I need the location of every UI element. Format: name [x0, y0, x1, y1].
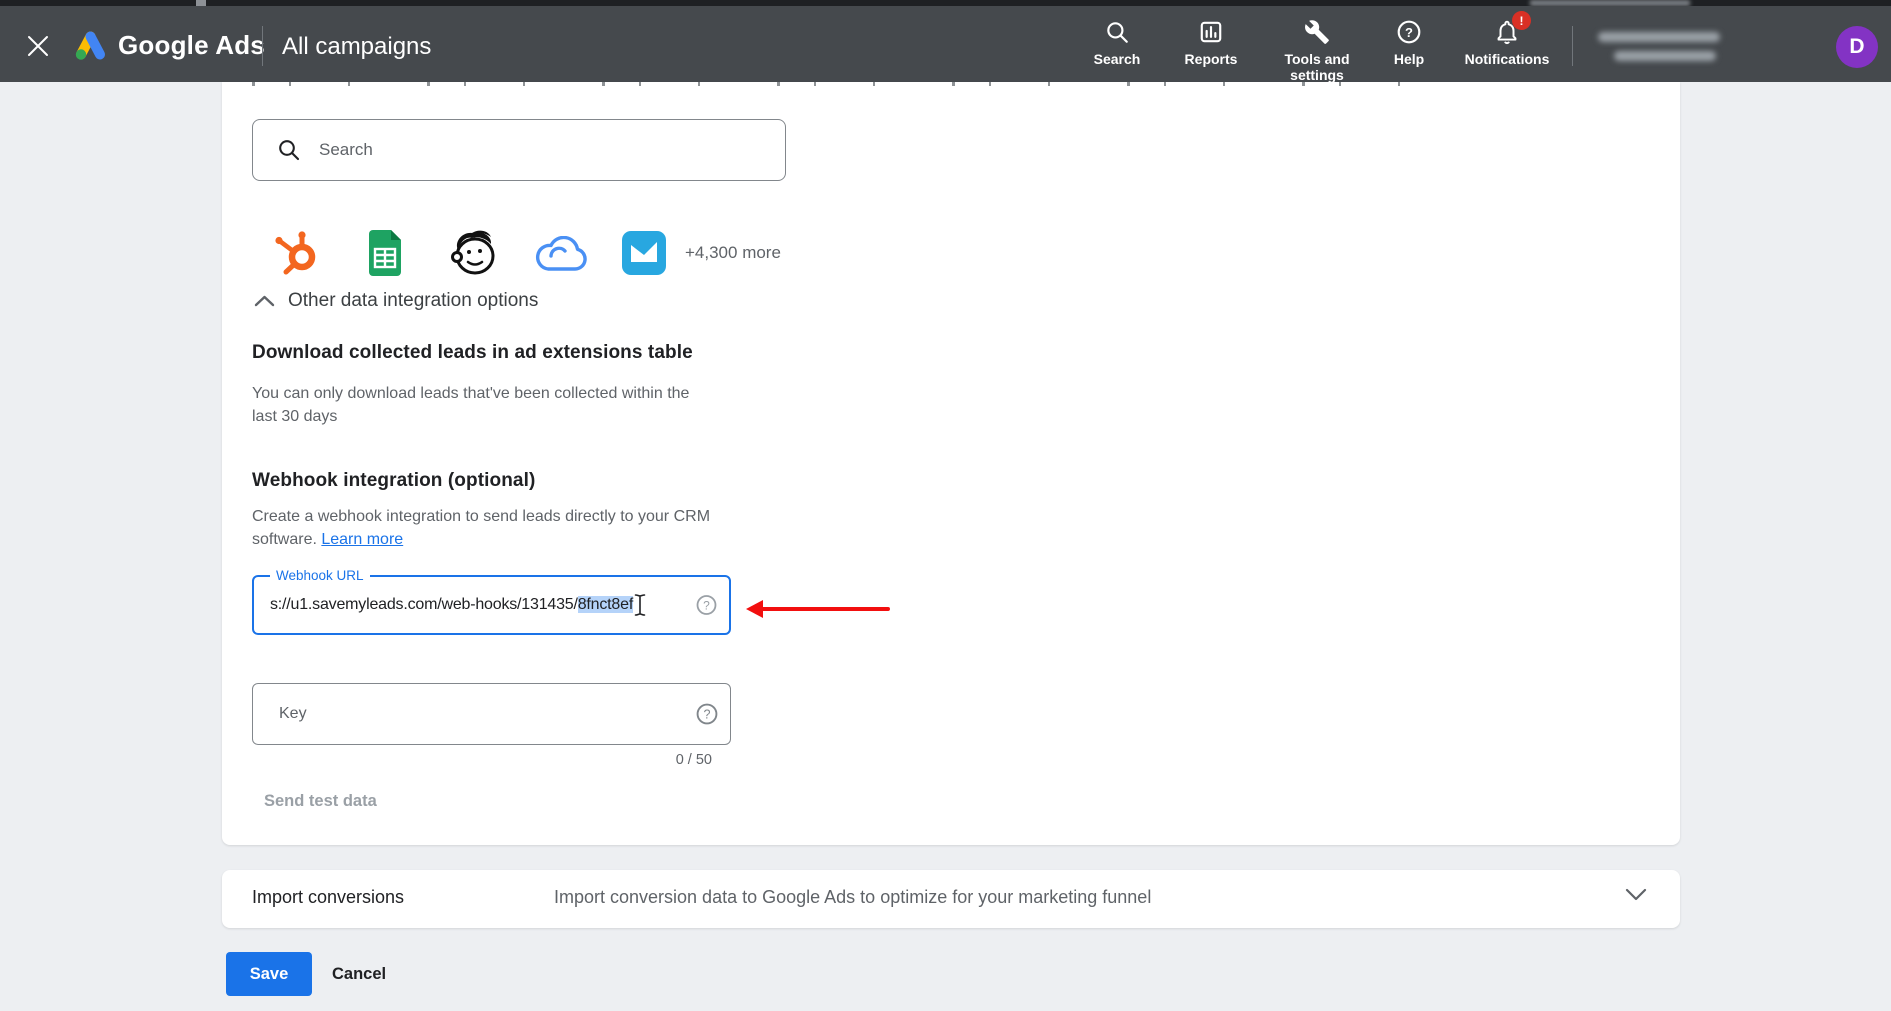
chevron-up-icon: [254, 294, 275, 308]
help-icon: ?: [1396, 18, 1422, 46]
account-line-2: [1614, 51, 1716, 61]
topbar-divider: [262, 26, 263, 66]
product-name: Google Ads: [118, 30, 265, 61]
send-test-data-button[interactable]: Send test data: [264, 792, 377, 811]
svg-text:?: ?: [704, 708, 711, 722]
integration-search-box[interactable]: Search: [252, 119, 786, 181]
text-cursor: [634, 593, 646, 617]
webhook-key-field[interactable]: ?: [252, 683, 731, 745]
wrench-icon: [1304, 18, 1330, 46]
topbar-divider-2: [1572, 26, 1573, 66]
cloud-icon[interactable]: [534, 236, 590, 274]
svg-text:?: ?: [1405, 25, 1413, 40]
google-sheets-icon[interactable]: [366, 229, 404, 277]
product-name-text: Google Ads: [118, 30, 265, 60]
nav-notifications[interactable]: ! Notifications: [1457, 18, 1557, 67]
webhook-body-line2: software. Learn more: [252, 528, 710, 551]
lead-data-panel: Search: [222, 82, 1680, 845]
nav-search-label: Search: [1094, 51, 1141, 67]
reports-icon: [1198, 18, 1224, 46]
webhook-section-title: Webhook integration (optional): [252, 470, 535, 492]
screen: Google Ads All campaigns Search Reports: [0, 0, 1891, 1011]
nav-search[interactable]: Search: [1085, 18, 1149, 67]
google-ads-logo-icon: [72, 28, 108, 62]
email-icon[interactable]: [621, 230, 667, 276]
search-icon: [1104, 18, 1130, 46]
webhook-url-field[interactable]: Webhook URL s://u1.savemyleads.com/web-h…: [252, 575, 731, 635]
webhook-url-prefix: s://u1.savemyleads.com/web-hooks/131435/: [270, 596, 578, 613]
account-line-1: [1598, 32, 1720, 42]
notification-badge: !: [1512, 11, 1531, 30]
help-icon[interactable]: ?: [696, 595, 717, 616]
page-title: All campaigns: [282, 33, 431, 61]
key-input[interactable]: [279, 705, 686, 723]
integration-icons-row: +4,300 more: [222, 228, 1680, 280]
hubspot-icon[interactable]: [272, 228, 320, 276]
search-icon: [277, 138, 301, 162]
import-conversions-row[interactable]: Import conversions Import conversion dat…: [222, 870, 1680, 928]
webhook-url-value: s://u1.savemyleads.com/web-hooks/131435/…: [270, 596, 633, 614]
chevron-down-icon: [1624, 887, 1648, 903]
search-placeholder: Search: [319, 140, 373, 160]
annotation-arrow: [746, 600, 890, 618]
svg-text:?: ?: [703, 599, 710, 613]
download-body-line1: You can only download leads that've been…: [252, 382, 689, 405]
close-icon: [27, 35, 49, 57]
nav-tools-settings[interactable]: Tools and settings: [1273, 18, 1361, 83]
avatar[interactable]: D: [1836, 26, 1878, 68]
mailchimp-icon[interactable]: [448, 228, 498, 278]
save-button[interactable]: Save: [226, 952, 312, 996]
other-options-toggle[interactable]: Other data integration options: [254, 290, 538, 312]
close-button[interactable]: [16, 24, 60, 68]
help-icon[interactable]: ?: [696, 703, 718, 725]
import-conversions-title: Import conversions: [252, 887, 404, 908]
download-body-line2: last 30 days: [252, 405, 689, 428]
cancel-button[interactable]: Cancel: [332, 952, 386, 996]
account-info-blurred: [1596, 32, 1720, 66]
nav-notifications-label: Notifications: [1465, 51, 1550, 67]
webhook-url-label: Webhook URL: [270, 568, 370, 583]
key-char-counter: 0 / 50: [252, 752, 712, 768]
topbar-nav: Search Reports Tools and settings ? Help: [1085, 18, 1557, 83]
arrow-shaft: [758, 607, 890, 611]
topbar: Google Ads All campaigns Search Reports: [0, 6, 1891, 82]
nav-help[interactable]: ? Help: [1387, 18, 1431, 67]
other-options-label: Other data integration options: [288, 290, 538, 312]
arrow-head: [746, 600, 763, 618]
nav-reports-label: Reports: [1185, 51, 1238, 67]
webhook-section-body: Create a webhook integration to send lea…: [252, 505, 710, 551]
webhook-url-selected-text: 8fnct8ef: [578, 596, 633, 613]
nav-help-label: Help: [1394, 51, 1424, 67]
download-section-title: Download collected leads in ad extension…: [252, 342, 693, 364]
nav-tools-label: Tools and settings: [1273, 51, 1361, 83]
more-integrations-label[interactable]: +4,300 more: [685, 243, 781, 263]
webhook-body-line2-text: software.: [252, 531, 321, 548]
download-section-body: You can only download leads that've been…: [252, 382, 689, 428]
nav-reports[interactable]: Reports: [1175, 18, 1247, 67]
learn-more-link[interactable]: Learn more: [321, 531, 403, 548]
clipped-text-line: [252, 82, 1402, 86]
bell-icon: !: [1494, 18, 1520, 46]
import-conversions-subtitle: Import conversion data to Google Ads to …: [554, 887, 1151, 908]
webhook-body-line1: Create a webhook integration to send lea…: [252, 505, 710, 528]
